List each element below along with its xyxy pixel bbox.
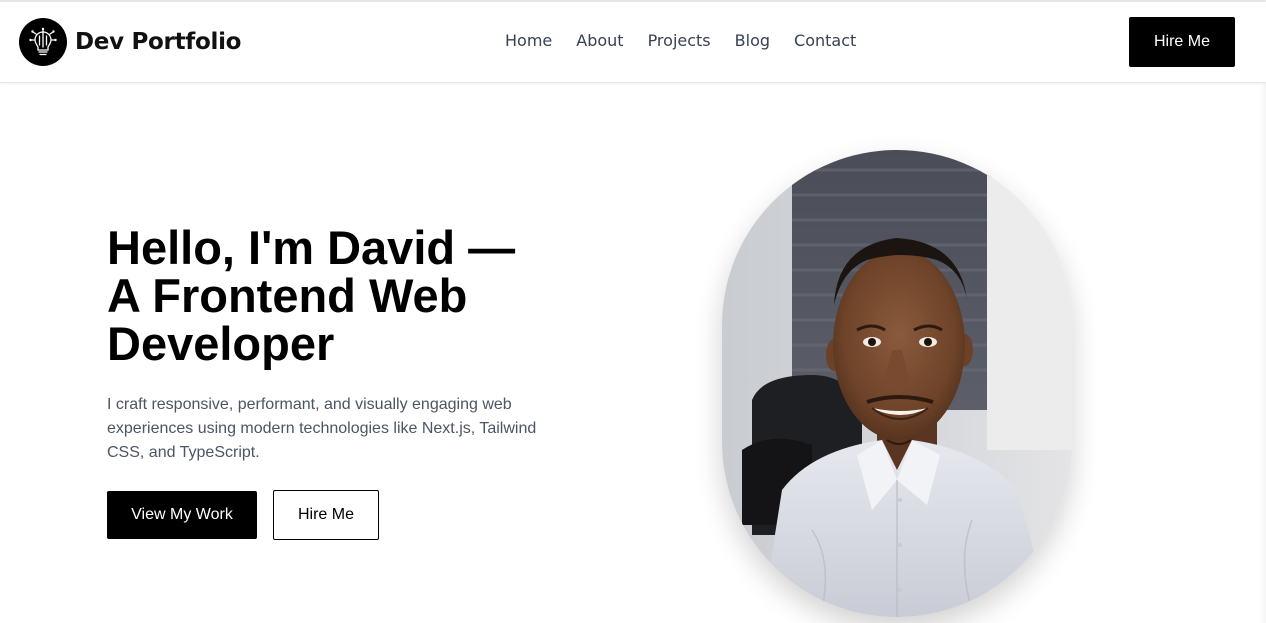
brand-logo[interactable]: Dev Portfolio bbox=[19, 18, 241, 66]
hero-hire-me-button[interactable]: Hire Me bbox=[273, 490, 379, 540]
hero-title-line-2: A Frontend Web bbox=[107, 269, 468, 322]
view-my-work-button[interactable]: View My Work bbox=[107, 491, 257, 539]
profile-photo bbox=[722, 150, 1072, 617]
hero-title-line-3: Developer bbox=[107, 317, 335, 370]
hero-title-line-1: Hello, I'm David — bbox=[107, 221, 516, 274]
header-hire-me-button[interactable]: Hire Me bbox=[1129, 17, 1235, 67]
site-header: Dev Portfolio Home About Projects Blog C… bbox=[0, 2, 1266, 83]
hero-description: I craft responsive, performant, and visu… bbox=[107, 396, 537, 461]
nav-item-about[interactable]: About bbox=[576, 31, 623, 50]
main-nav: Home About Projects Blog Contact bbox=[505, 31, 880, 50]
nav-item-projects[interactable]: Projects bbox=[648, 31, 711, 50]
nav-item-blog[interactable]: Blog bbox=[735, 31, 770, 50]
brand-name: Dev Portfolio bbox=[75, 29, 242, 55]
page-edge-shadow bbox=[1260, 83, 1266, 623]
nav-item-home[interactable]: Home bbox=[505, 31, 552, 50]
nav-item-contact[interactable]: Contact bbox=[794, 31, 856, 50]
hero-title: Hello, I'm David — A Frontend Web Develo… bbox=[107, 224, 587, 368]
lightbulb-circuit-icon bbox=[19, 18, 67, 66]
